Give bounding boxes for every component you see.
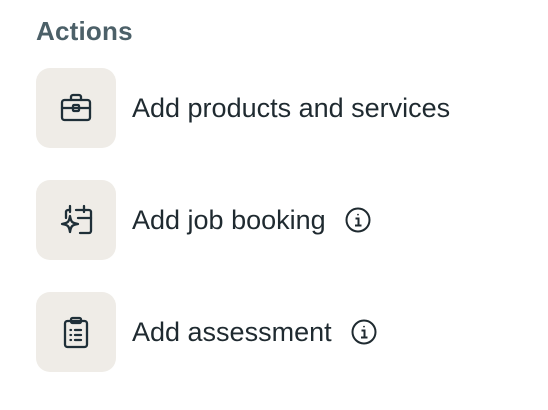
section-title: Actions: [36, 16, 133, 46]
add-job-booking-action[interactable]: Add job booking: [36, 180, 372, 260]
add-products-and-services-action[interactable]: Add products and services: [36, 68, 450, 148]
info-icon[interactable]: [344, 206, 372, 234]
briefcase-icon: [60, 93, 92, 122]
action-label: Add job booking: [132, 204, 326, 235]
icon-tile: [36, 180, 116, 260]
clipboard-list-icon: [63, 316, 89, 349]
add-assessment-action[interactable]: Add assessment: [36, 292, 378, 372]
icon-tile: [36, 292, 116, 372]
action-label: Add products and services: [132, 92, 451, 123]
icon-tile: [36, 68, 116, 148]
calendar-sparkle-icon: [60, 204, 93, 235]
info-icon[interactable]: [350, 318, 378, 346]
action-label: Add assessment: [132, 316, 332, 347]
